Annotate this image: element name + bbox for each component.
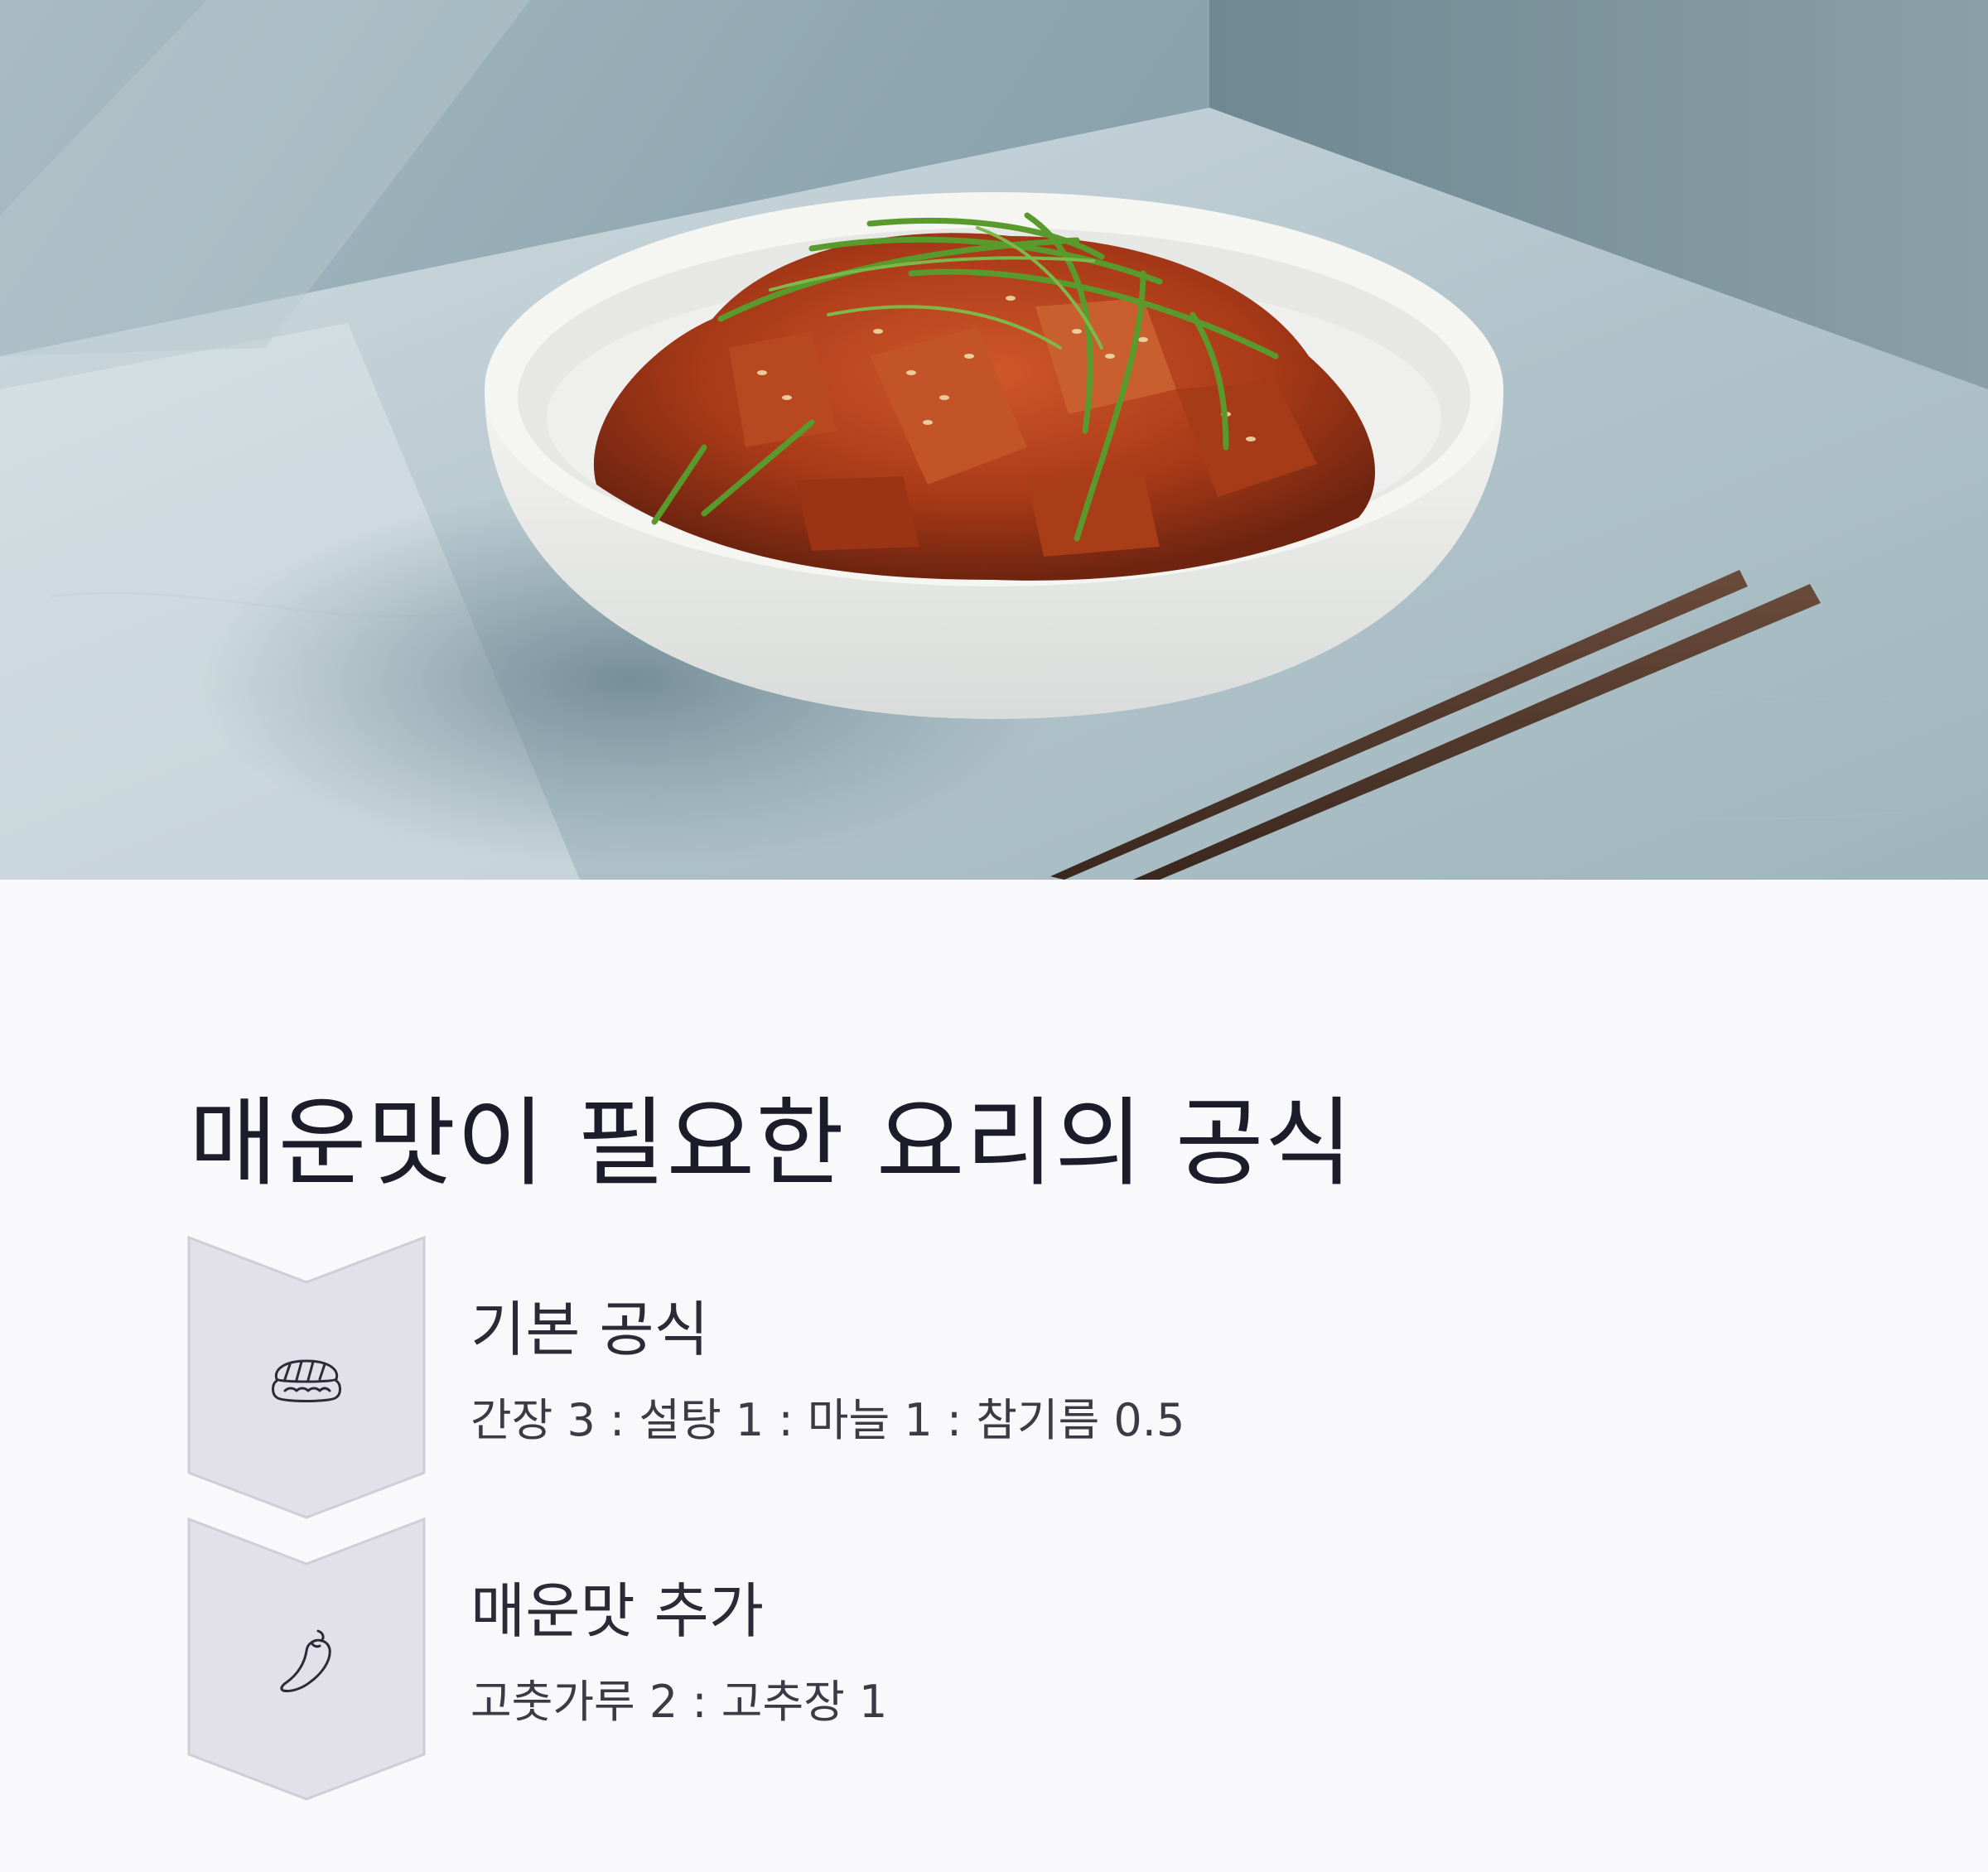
step-title: 기본 공식 bbox=[470, 1295, 709, 1364]
step-spicy-addition: 매운맛 추가 고춧가루 2 : 고추장 1 bbox=[187, 1517, 1595, 1801]
step-title: 매운맛 추가 bbox=[470, 1576, 765, 1646]
step-description: 간장 3 : 설탕 1 : 마늘 1 : 참기름 0.5 bbox=[470, 1394, 1185, 1446]
hero-image bbox=[0, 0, 1988, 880]
chili-pepper-icon bbox=[265, 1618, 348, 1701]
step-basic-formula: 기본 공식 간장 3 : 설탕 1 : 마늘 1 : 참기름 0.5 bbox=[187, 1236, 1595, 1519]
content-section: 매운맛이 필요한 요리의 공식 기본 공식 간장 3 : 설탕 1 : 마늘 1… bbox=[0, 880, 1988, 1872]
step-description: 고춧가루 2 : 고추장 1 bbox=[470, 1676, 888, 1728]
sushi-icon bbox=[265, 1336, 348, 1419]
page-title: 매운맛이 필요한 요리의 공식 bbox=[189, 1088, 1354, 1199]
